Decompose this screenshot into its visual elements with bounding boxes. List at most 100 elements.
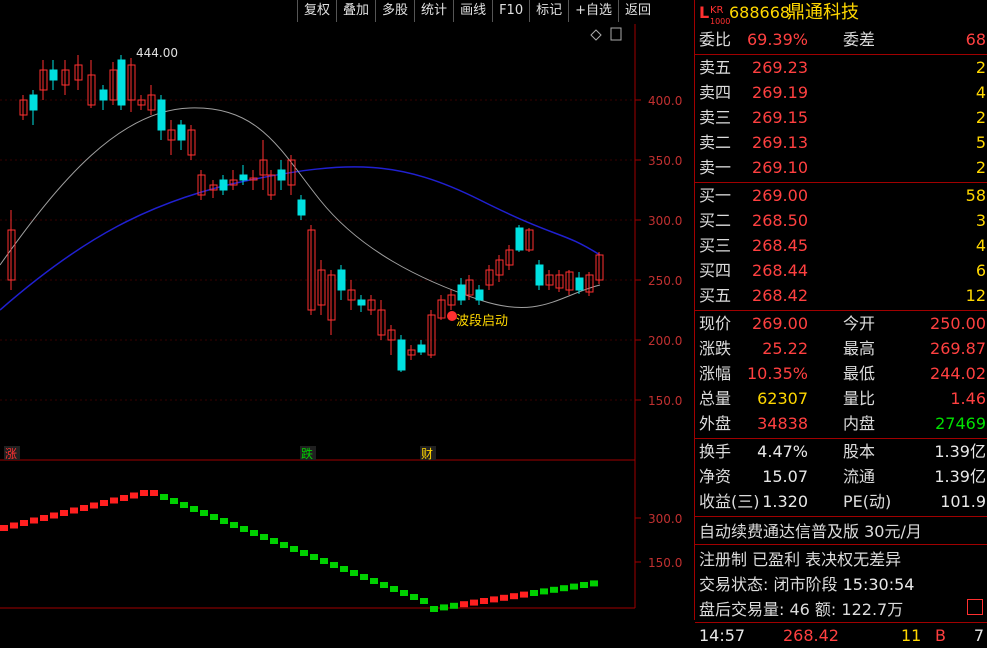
candle-body <box>219 179 228 191</box>
row-value: 269.13 <box>752 133 808 152</box>
ask-row[interactable]: 卖四 269.19 4 <box>695 81 987 105</box>
tick-volume: 11 <box>901 626 922 645</box>
after-hours-volume: 盘后交易量: 46 额: 122.7万 <box>699 600 904 619</box>
row-label2: 委差 <box>843 30 876 49</box>
row-label: 买四 <box>699 261 732 280</box>
candle-body <box>277 169 286 181</box>
row-value2: 269.87 <box>930 339 986 358</box>
indicator-bar <box>190 506 198 512</box>
indicator-bar <box>90 502 98 509</box>
indicator-bar <box>420 598 428 604</box>
toolbar-button-3[interactable]: 统计 <box>414 0 453 22</box>
row-value2: 58 <box>965 186 986 205</box>
row-value: 34838 <box>757 414 808 433</box>
indicator-bar <box>540 588 548 595</box>
candle-body <box>457 284 466 301</box>
ask-row[interactable]: 卖一 269.10 2 <box>695 156 987 180</box>
bid-row[interactable]: 买五 268.42 12 <box>695 284 987 308</box>
indicator-bar <box>480 598 488 604</box>
promo-banner[interactable]: 自动续费通达信普及版 30元/月 <box>699 518 922 542</box>
indicator-bar <box>130 492 138 499</box>
row-value: 1.320 <box>762 492 808 511</box>
row-value: 269.00 <box>752 186 808 205</box>
row-value2: 2 <box>975 58 986 77</box>
row-label: 卖四 <box>699 83 732 102</box>
window-icon[interactable] <box>610 27 622 41</box>
toolbar-button-6[interactable]: 标记 <box>529 0 568 22</box>
row-value2: 1.39亿 <box>934 467 986 486</box>
row-value2: 244.02 <box>930 364 986 383</box>
bar-chart-icon[interactable] <box>967 599 983 615</box>
row-value2: 101.9 <box>940 492 986 511</box>
bid-row[interactable]: 买四 268.44 6 <box>695 259 987 283</box>
bid-row[interactable]: 买一 269.00 58 <box>695 184 987 208</box>
weibi-row[interactable]: 委比 69.39% 委差 68 <box>695 28 987 52</box>
toolbar-button-8[interactable]: 返回 <box>618 0 657 22</box>
row-label: 卖一 <box>699 158 732 177</box>
row-value: 269.15 <box>752 108 808 127</box>
indicator-bar <box>290 546 298 552</box>
candle-body <box>157 99 166 131</box>
toolbar-button-1[interactable]: 叠加 <box>336 0 375 22</box>
stat-row[interactable]: 外盘 34838 内盘 27469 <box>695 412 987 436</box>
tick-extra: 7 <box>973 626 984 645</box>
stat-row[interactable]: 换手 4.47% 股本 1.39亿 <box>695 440 987 464</box>
ask-row[interactable]: 卖五 269.23 2 <box>695 56 987 80</box>
tick-time: 14:57 <box>699 626 746 645</box>
toolbar-button-5[interactable]: F10 <box>492 0 529 22</box>
indicator-bar <box>450 602 458 609</box>
candle-body <box>99 89 108 101</box>
trade-status-time: 15:30:54 <box>842 575 915 594</box>
indicator-bar <box>360 574 368 580</box>
price-chart[interactable]: 400.0 350.0 300.0 250.0 200.0 150.0 300.0 150.0… <box>0 0 694 620</box>
candle-body <box>397 339 406 371</box>
row-label: 净资 <box>699 467 732 486</box>
indicator-bar <box>410 594 418 600</box>
indicator-bar <box>0 525 8 531</box>
tick-price: 268.42 <box>783 626 839 645</box>
row-label: 委比 <box>699 30 732 49</box>
indicator-bar <box>320 558 328 564</box>
indicator-bar <box>470 599 478 606</box>
stat-row[interactable]: 涨幅 10.35% 最低 244.02 <box>695 362 987 386</box>
y-tick-label: 150.0 <box>648 394 682 408</box>
indicator-bar <box>100 500 108 506</box>
panel-separator <box>695 622 987 623</box>
row-value2: 250.00 <box>930 314 986 333</box>
indicator-bar <box>60 510 68 516</box>
row-value: 268.50 <box>752 211 808 230</box>
indicator-bar <box>230 522 238 528</box>
indicator-bar <box>530 590 538 596</box>
max-price-label: 444.00 <box>136 46 178 60</box>
toolbar-button-2[interactable]: 多股 <box>375 0 414 22</box>
indicator-bar <box>270 538 278 544</box>
y-tick-label: 250.0 <box>648 274 682 288</box>
y-tick-label: 200.0 <box>648 334 682 348</box>
ask-row[interactable]: 卖三 269.15 2 <box>695 106 987 130</box>
bid-row[interactable]: 买二 268.50 3 <box>695 209 987 233</box>
stat-row[interactable]: 总量 62307 量比 1.46 <box>695 387 987 411</box>
toolbar-button-7[interactable]: +自选 <box>568 0 618 22</box>
panel-separator <box>695 310 987 311</box>
diamond-icon[interactable] <box>590 29 602 41</box>
tick-row[interactable]: 14:57 268.42 11 B 7 <box>695 624 987 648</box>
market-badge: L <box>699 3 710 22</box>
stat-row[interactable]: 收益(三) 1.320 PE(动) 101.9 <box>695 490 987 514</box>
indicator-bar <box>350 570 358 576</box>
indicator-bar <box>10 522 18 529</box>
ask-row[interactable]: 卖二 269.13 5 <box>695 131 987 155</box>
bid-row[interactable]: 买三 268.45 4 <box>695 234 987 258</box>
indicator-bar <box>70 507 78 514</box>
stat-row[interactable]: 涨跌 25.22 最高 269.87 <box>695 337 987 361</box>
ma-line-long <box>0 166 601 311</box>
indicator-bar <box>180 502 188 508</box>
toolbar-button-0[interactable]: 复权 <box>297 0 336 22</box>
row-value2: 5 <box>975 133 986 152</box>
row-value2: 4 <box>975 83 986 102</box>
stat-row[interactable]: 现价 269.00 今开 250.00 <box>695 312 987 336</box>
indicator-bar <box>440 604 448 611</box>
sub-y-tick-label: 150.0 <box>648 556 682 570</box>
row-value2: 12 <box>965 286 986 305</box>
stat-row[interactable]: 净资 15.07 流通 1.39亿 <box>695 465 987 489</box>
toolbar-button-4[interactable]: 画线 <box>453 0 492 22</box>
